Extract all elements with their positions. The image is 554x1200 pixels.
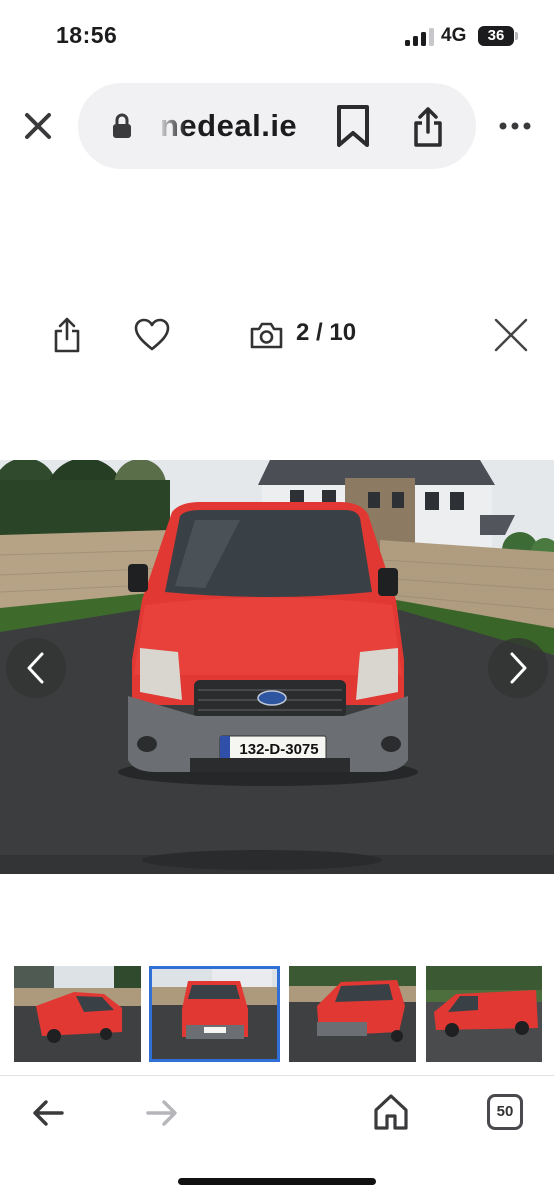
thumbnail-1[interactable] xyxy=(14,966,141,1062)
forward-button[interactable] xyxy=(146,1098,178,1128)
home-button[interactable] xyxy=(373,1093,409,1131)
share-icon xyxy=(414,107,442,147)
bottom-divider xyxy=(0,1075,554,1076)
chevron-left-icon xyxy=(27,652,44,684)
url-fade xyxy=(156,100,186,150)
home-icon xyxy=(374,1094,408,1130)
home-indicator xyxy=(178,1178,376,1185)
plate-text: 132-D-3075 xyxy=(239,741,318,758)
thumbnail-4[interactable] xyxy=(426,966,542,1062)
close-gallery-button[interactable] xyxy=(493,317,529,353)
next-photo-button[interactable] xyxy=(488,638,548,698)
heart-icon xyxy=(134,318,170,351)
battery-cap xyxy=(515,32,518,40)
favourite-button[interactable] xyxy=(134,318,170,352)
previous-photo-button[interactable] xyxy=(6,638,66,698)
share-icon xyxy=(54,317,80,353)
tabs-button[interactable]: 50 xyxy=(487,1094,523,1130)
status-bar: 18:56 4G 36 xyxy=(0,0,554,72)
more-icon xyxy=(499,122,531,130)
signal-icon xyxy=(405,28,435,46)
camera-icon xyxy=(249,321,284,350)
lock-icon xyxy=(112,113,132,139)
battery-icon: 36 xyxy=(478,26,514,46)
bookmark-icon xyxy=(337,105,369,147)
bookmark-button[interactable] xyxy=(335,104,371,148)
close-icon xyxy=(494,318,528,352)
main-photo[interactable]: 132-D-3075 xyxy=(0,460,554,874)
close-icon xyxy=(25,113,51,139)
thumbnail-2[interactable] xyxy=(149,966,280,1062)
close-browser-button[interactable] xyxy=(22,110,54,142)
thumbnail-3[interactable] xyxy=(289,966,416,1062)
back-button[interactable] xyxy=(32,1098,64,1128)
status-time: 18:56 xyxy=(56,22,118,48)
share-page-button[interactable] xyxy=(411,106,445,148)
gallery-share-button[interactable] xyxy=(51,317,83,353)
forward-arrow-icon xyxy=(146,1100,177,1126)
chevron-right-icon xyxy=(510,652,527,684)
photo-counter: 2 / 10 xyxy=(296,319,357,346)
thumbnail-strip xyxy=(0,966,554,1062)
more-button[interactable] xyxy=(498,116,532,136)
network-label: 4G xyxy=(441,25,467,46)
back-arrow-icon xyxy=(33,1100,64,1126)
